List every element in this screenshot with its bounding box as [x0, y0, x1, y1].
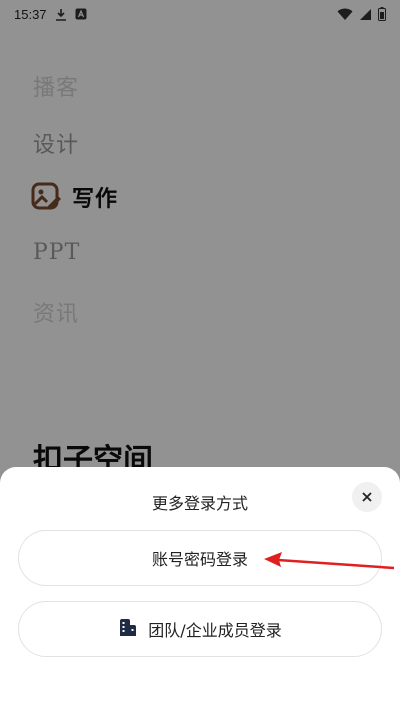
team-login-button[interactable]: 团队/企业成员登录: [18, 601, 382, 657]
building-icon: [118, 617, 138, 641]
close-button[interactable]: [352, 482, 382, 512]
team-login-label: 团队/企业成员登录: [148, 621, 282, 640]
login-options-sheet: 更多登录方式 账号密码登录 团队/企业成员登录: [0, 467, 400, 710]
annotation-arrow: [264, 552, 395, 570]
close-icon: [361, 488, 373, 507]
password-login-label: 账号密码登录: [151, 550, 248, 569]
sheet-title: 更多登录方式: [151, 494, 248, 513]
